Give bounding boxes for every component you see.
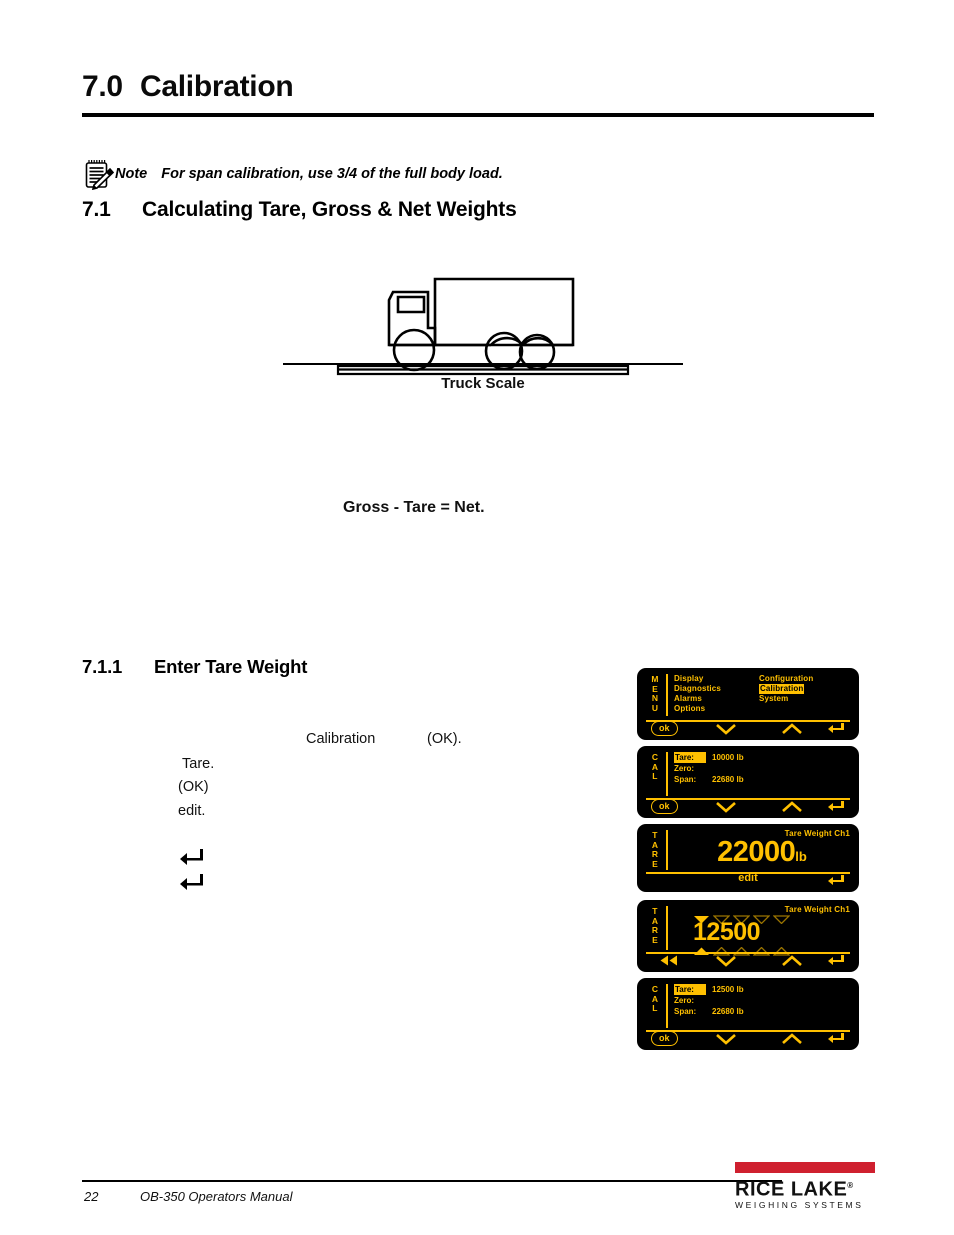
footer-divider-rule [82, 1180, 782, 1182]
ok-button[interactable]: ok [651, 721, 678, 736]
cal-row-zero[interactable]: Zero: [674, 995, 744, 1006]
screen-divider [666, 674, 668, 716]
cal-row-tare[interactable]: Tare: 10000 lb [674, 752, 744, 763]
chevron-up-icon[interactable] [781, 800, 803, 813]
logo-brand-name: RICE LAKE® [735, 1178, 854, 1201]
screen-divider [666, 906, 668, 950]
digit-increment-arrows [693, 943, 805, 956]
menu-item-diagnostics[interactable]: Diagnostics [674, 684, 721, 694]
note-label: Note [115, 166, 148, 182]
figure-caption: Truck Scale [441, 375, 525, 392]
chevron-up-icon[interactable] [781, 722, 803, 735]
section-title-7-1-1: Enter Tare Weight [154, 656, 308, 677]
tare-digit-editor: 12500 [693, 911, 805, 956]
rice-lake-logo: RICE LAKE® WEIGHING SYSTEMS [735, 1162, 875, 1211]
body-text-tare: Tare. [182, 756, 215, 772]
screen-footer-cal: ok [637, 1030, 859, 1048]
screen-footer-tare: edit [637, 872, 859, 890]
rewind-icon[interactable] [659, 954, 679, 967]
section-title-7-1: Calculating Tare, Gross & Net Weights [142, 198, 517, 221]
body-text-ok: (OK) [178, 779, 209, 795]
return-arrow-icon [179, 873, 205, 891]
menu-column-left: Display Diagnostics Alarms Options [674, 674, 721, 714]
menu-item-calibration-selected[interactable]: Calibration [759, 684, 805, 694]
equation-text: Gross - Tare = Net. [343, 499, 485, 516]
tare-weight-value: 22000 [717, 836, 796, 868]
ok-button[interactable]: ok [651, 799, 678, 814]
triangle-up-filled[interactable] [693, 943, 710, 955]
section-heading-7-0: 7.0 Calibration [82, 70, 882, 104]
tare-weight-readout: 22000lb [673, 836, 851, 873]
menu-column-right: Configuration Calibration System [759, 674, 813, 704]
ok-button[interactable]: ok [651, 1031, 678, 1046]
logo-tagline: WEIGHING SYSTEMS [735, 1199, 864, 1210]
display-screen-cal-updated: C A L Tare: 12500 lb Zero: Span: 22680 lb … [637, 978, 859, 1050]
body-text-edit: edit. [178, 803, 206, 819]
section-heading-7-1: 7.1 Calculating Tare, Gross & Net Weights [82, 198, 882, 222]
screen-footer-menu: ok [637, 720, 859, 738]
cal-row-span[interactable]: Span: 22680 lb [674, 1006, 744, 1017]
section-heading-7-1-1: 7.1.1 Enter Tare Weight [82, 656, 642, 678]
chevron-down-icon[interactable] [715, 1032, 737, 1045]
note-icon [84, 158, 115, 191]
display-screen-tare-value: T A R E Tare Weight Ch1 22000lb edit [637, 824, 859, 892]
body-text-calibration: Calibration [306, 731, 376, 747]
triangle-up-outline[interactable] [772, 943, 791, 956]
display-screen-menu: M E N U Display Diagnostics Alarms Optio… [637, 668, 859, 740]
triangle-up-outline[interactable] [712, 943, 731, 956]
page-number: 22 [84, 1189, 99, 1204]
return-icon[interactable] [827, 1032, 845, 1045]
chevron-down-icon[interactable] [715, 800, 737, 813]
section-number-7-1-1: 7.1.1 [82, 656, 123, 677]
screen-mode-label-menu: M E N U [651, 674, 659, 713]
chevron-down-icon[interactable] [715, 722, 737, 735]
menu-item-alarms[interactable]: Alarms [674, 694, 721, 704]
chevron-up-icon[interactable] [781, 1032, 803, 1045]
triangle-down-outline[interactable] [772, 911, 791, 925]
display-screen-tare-edit: T A R E Tare Weight Ch1 12500 [637, 900, 859, 972]
screen-mode-label-tare: T A R E [651, 830, 659, 869]
triangle-up-outline[interactable] [752, 943, 771, 956]
return-icon[interactable] [827, 722, 845, 735]
menu-item-display[interactable]: Display [674, 674, 721, 684]
screen-divider [666, 752, 668, 796]
section-number-7-1: 7.1 [82, 198, 111, 221]
edit-button[interactable]: edit [637, 872, 859, 884]
triangle-up-outline[interactable] [732, 943, 751, 956]
menu-item-configuration[interactable]: Configuration [759, 674, 813, 684]
section-title-7-0: Calibration [140, 70, 294, 103]
section-number-7-0: 7.0 [82, 70, 123, 103]
return-icon[interactable] [827, 800, 845, 813]
cal-row-zero[interactable]: Zero: [674, 763, 744, 774]
manual-title: OB-350 Operators Manual [140, 1189, 293, 1204]
cal-row-tare[interactable]: Tare: 12500 lb [674, 984, 744, 995]
screen-divider [666, 984, 668, 1028]
tare-weight-unit: lb [795, 849, 807, 864]
cal-parameter-list: Tare: 10000 lb Zero: Span: 22680 lb [674, 752, 744, 785]
screen-footer-cal: ok [637, 798, 859, 816]
screen-divider [666, 830, 668, 870]
screen-mode-label-tare: T A R E [651, 906, 659, 945]
menu-item-options[interactable]: Options [674, 704, 721, 714]
return-icon[interactable] [827, 874, 845, 887]
registered-mark: ® [847, 1181, 854, 1190]
chevron-up-icon[interactable] [781, 954, 803, 967]
body-text-ok-period: (OK). [427, 731, 462, 747]
logo-red-bar [735, 1162, 875, 1173]
menu-item-system[interactable]: System [759, 694, 813, 704]
return-icon[interactable] [827, 954, 845, 967]
return-arrow-icon [179, 848, 205, 866]
display-screen-cal-initial: C A L Tare: 10000 lb Zero: Span: 22680 lb … [637, 746, 859, 818]
screen-mode-label-cal: C A L [651, 984, 659, 1013]
screen-mode-label-cal: C A L [651, 752, 659, 781]
note-text: For span calibration, use 3/4 of the ful… [161, 166, 503, 182]
screen-footer-tare-edit [637, 952, 859, 970]
cal-parameter-list: Tare: 12500 lb Zero: Span: 22680 lb [674, 984, 744, 1017]
section-divider-rule [82, 113, 874, 117]
cal-row-span[interactable]: Span: 22680 lb [674, 774, 744, 785]
chevron-down-icon[interactable] [715, 954, 737, 967]
note-block: Note For span calibration, use 3/4 of th… [84, 158, 503, 191]
